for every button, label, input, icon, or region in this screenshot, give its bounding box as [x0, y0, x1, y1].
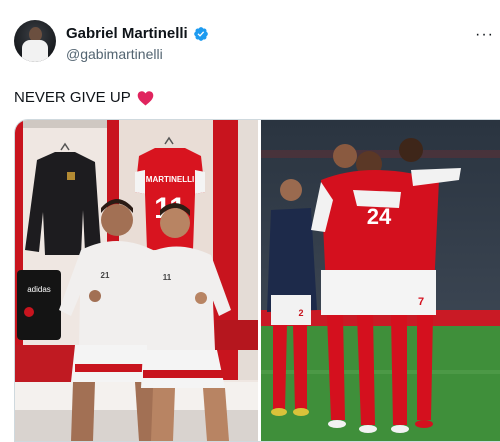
shirt-name: MARTINELLI: [146, 175, 194, 184]
author-handle[interactable]: @gabimartinelli: [66, 46, 163, 62]
heart-emoji-icon: [137, 90, 153, 105]
photo-dressing-room[interactable]: MARTINELLI 11 adidas 21: [15, 120, 258, 441]
avatar[interactable]: [14, 20, 56, 62]
jersey-number: 24: [367, 204, 392, 229]
tweet-text: NEVER GIVE UP: [14, 89, 154, 106]
jersey-number-2: 7: [418, 296, 424, 308]
more-icon[interactable]: ···: [475, 26, 494, 44]
bag-brand: adidas: [27, 285, 51, 294]
photo-celebration[interactable]: 24 7 2: [261, 120, 500, 441]
display-name[interactable]: Gabriel Martinelli: [66, 25, 188, 42]
tweet-text-content: NEVER GIVE UP: [14, 89, 131, 106]
player-b-number: 11: [163, 273, 172, 282]
author-name-row: Gabriel Martinelli: [66, 25, 209, 42]
verified-badge-icon: [193, 26, 208, 41]
player-a-number: 21: [101, 271, 110, 280]
shorts-number: 2: [298, 308, 303, 318]
media-grid: MARTINELLI 11 adidas 21: [14, 119, 500, 442]
